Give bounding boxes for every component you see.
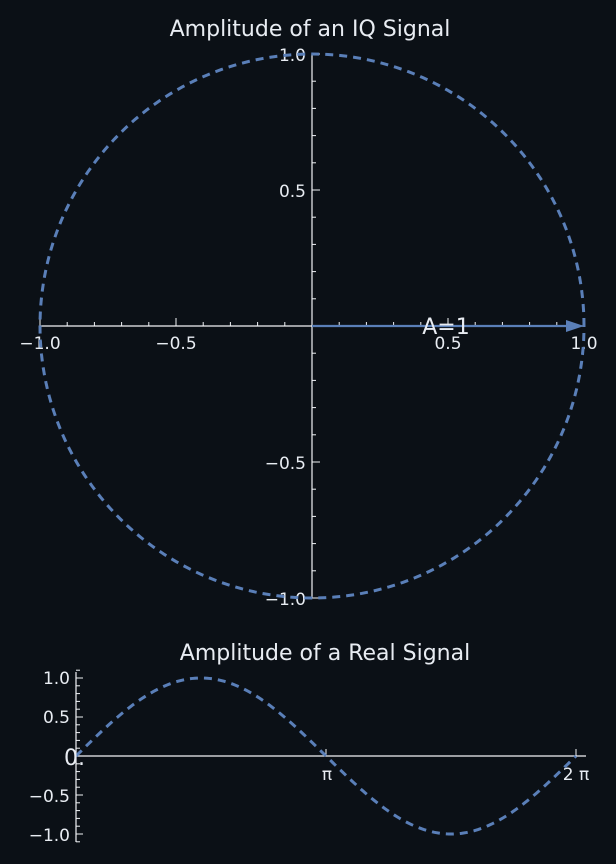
iq-y-tick-label: −1.0 (265, 590, 306, 610)
iq-x-tick-label: −0.5 (155, 334, 196, 354)
iq-y-tick-label: −0.5 (265, 454, 306, 474)
real-chart: Amplitude of a Real Signal 1.0 0.5 −0.5 … (29, 641, 590, 846)
real-x-tick-label: 2 π (563, 765, 589, 785)
iq-amplitude-annotation: A=1 (422, 315, 469, 340)
real-chart-title: Amplitude of a Real Signal (180, 641, 470, 666)
figure-svg: Amplitude of an IQ Signal −1.0 −0.5 0.5 … (19, 17, 597, 846)
iq-chart: Amplitude of an IQ Signal −1.0 −0.5 0.5 … (19, 17, 597, 610)
real-y-tick-label: 0.5 (43, 708, 70, 728)
real-y-tick-label: −0.5 (29, 787, 70, 807)
real-x-tick-label: π (322, 765, 332, 785)
iq-y-tick-label: 0.5 (279, 182, 306, 202)
figure: Amplitude of an IQ Signal −1.0 −0.5 0.5 … (0, 0, 616, 860)
iq-chart-title: Amplitude of an IQ Signal (170, 17, 451, 42)
iq-y-tick-label: 1.0 (279, 46, 306, 66)
real-y-tick-label: −1.0 (29, 826, 70, 846)
real-origin-annotation: 0. (64, 746, 85, 771)
real-y-tick-label: 1.0 (43, 669, 70, 689)
iq-arrow-head (566, 320, 584, 332)
